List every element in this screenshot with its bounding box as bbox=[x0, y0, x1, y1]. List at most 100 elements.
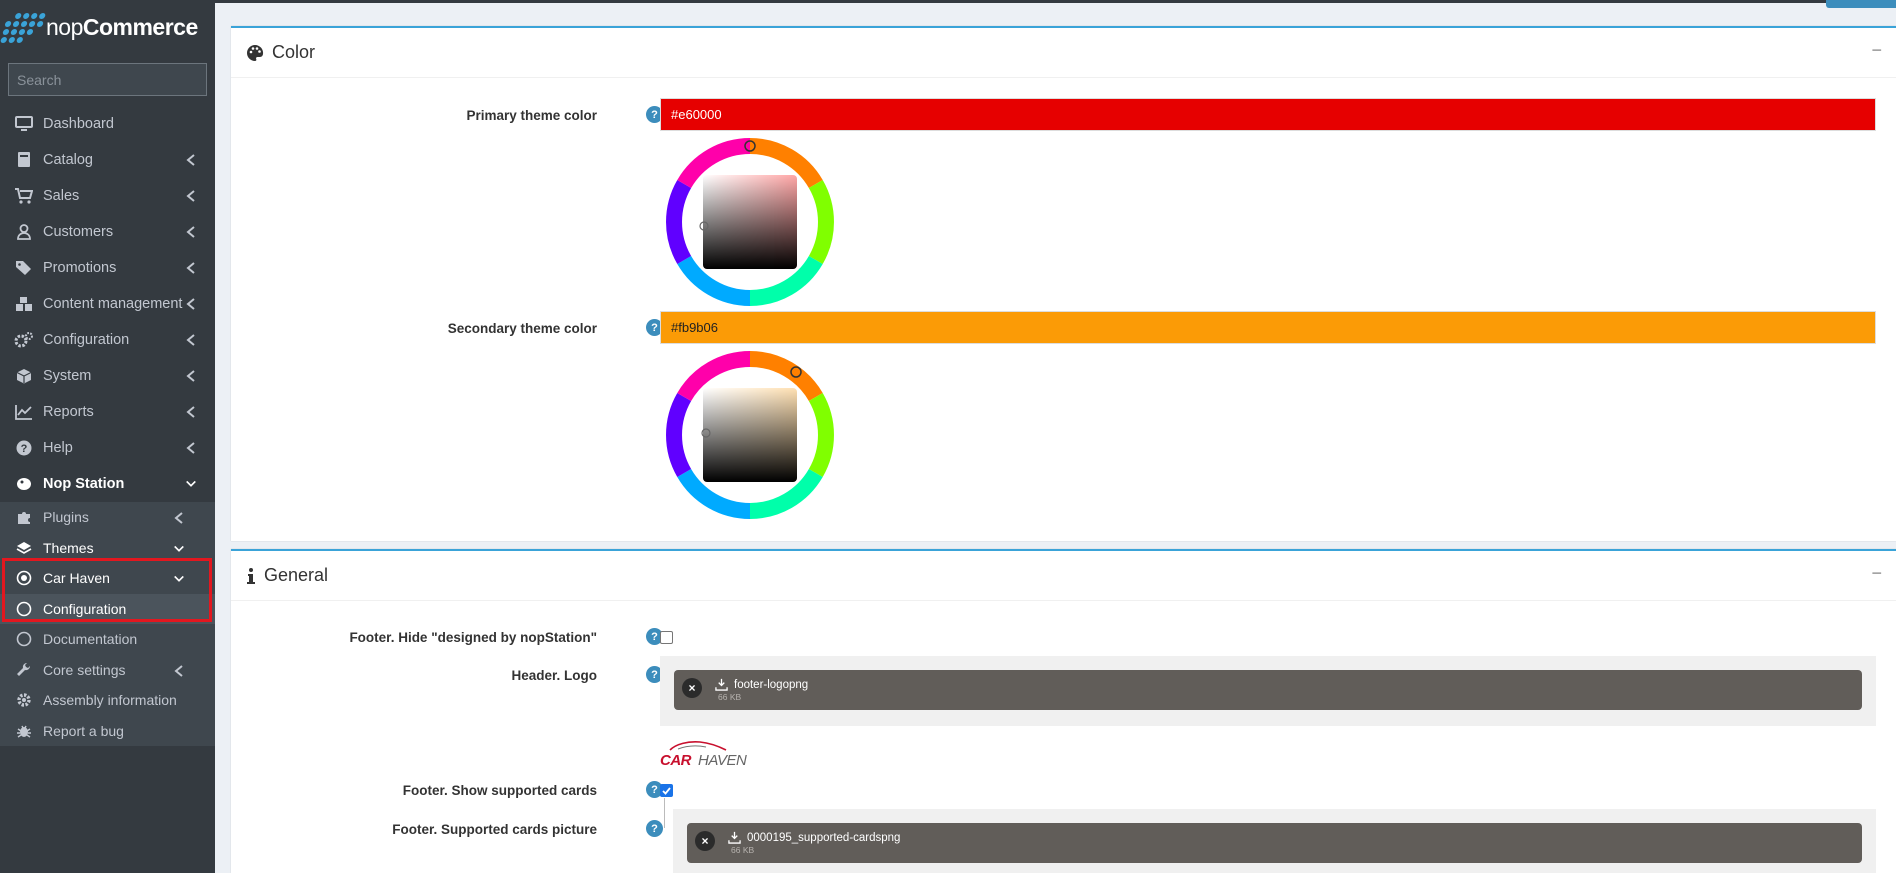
brand-name: nopCommerce bbox=[46, 14, 198, 40]
sidebar-item-label: Configuration bbox=[43, 600, 127, 617]
remove-file-icon[interactable]: × bbox=[682, 678, 702, 698]
sidebar-item-report-a-bug[interactable]: Report a bug bbox=[0, 716, 215, 747]
general-card-header[interactable]: General − bbox=[231, 551, 1896, 601]
footer-hide-checkbox[interactable] bbox=[660, 631, 673, 644]
sidebar-item-label: System bbox=[43, 368, 92, 384]
footer-show-cards-checkbox[interactable] bbox=[660, 784, 673, 797]
sidebar-item-system[interactable]: System bbox=[0, 358, 215, 394]
chevron-left-icon bbox=[186, 226, 195, 238]
car-silhouette-icon bbox=[669, 741, 727, 751]
book-icon bbox=[14, 151, 34, 169]
primary-color-wheel[interactable] bbox=[664, 136, 836, 308]
sidebar-item-label: Content management bbox=[43, 296, 183, 312]
circle-icon bbox=[14, 600, 34, 618]
sidebar-item-label: Reports bbox=[43, 404, 94, 420]
chevron-left-icon bbox=[174, 512, 183, 524]
collapse-icon[interactable]: − bbox=[1871, 563, 1882, 584]
top-bar bbox=[215, 0, 1896, 3]
chevron-down-icon bbox=[174, 545, 184, 552]
sidebar-item-plugins[interactable]: Plugins bbox=[0, 502, 215, 533]
brand-logo[interactable]: nopCommerce bbox=[0, 0, 215, 55]
sidebar-item-sales[interactable]: Sales bbox=[0, 178, 215, 214]
chevron-down-icon bbox=[186, 480, 196, 487]
info-icon bbox=[247, 567, 255, 584]
logo-text-car: CAR bbox=[660, 752, 692, 769]
chevron-down-icon bbox=[174, 575, 184, 582]
nop-station-submenu: Plugins Themes Car Haven Configuration D… bbox=[0, 502, 215, 746]
gears-icon bbox=[14, 331, 34, 349]
footer-show-cards-label: Footer. Show supported cards bbox=[402, 783, 597, 798]
color-card-header[interactable]: Color − bbox=[231, 28, 1896, 78]
palette-icon bbox=[247, 44, 264, 61]
header-logo-file: × footer-logopng 66 KB bbox=[674, 670, 1862, 710]
user-icon bbox=[14, 223, 34, 241]
download-icon[interactable] bbox=[715, 678, 728, 691]
sidebar-item-configuration[interactable]: Configuration bbox=[0, 322, 215, 358]
card-title: Color bbox=[272, 42, 316, 62]
sidebar-search bbox=[8, 63, 207, 96]
sidebar-item-documentation[interactable]: Documentation bbox=[0, 624, 215, 655]
sidebar-item-customers[interactable]: Customers bbox=[0, 214, 215, 250]
help-icon[interactable]: ? bbox=[646, 820, 663, 837]
sidebar-item-label: Sales bbox=[43, 188, 80, 204]
top-save-button[interactable] bbox=[1826, 0, 1896, 8]
sidebar-item-reports[interactable]: Reports bbox=[0, 394, 215, 430]
sidebar-item-help[interactable]: ? Help bbox=[0, 430, 215, 466]
cart-icon bbox=[14, 187, 34, 205]
remove-file-icon[interactable]: × bbox=[695, 831, 715, 851]
dot-circle-icon bbox=[14, 569, 34, 587]
sidebar-item-label: Report a bug bbox=[43, 722, 124, 739]
secondary-color-input[interactable]: #fb9b06 bbox=[660, 311, 1876, 344]
sidebar-item-car-haven-configuration[interactable]: Configuration bbox=[0, 593, 215, 624]
cube-icon bbox=[14, 367, 34, 385]
divider bbox=[664, 798, 665, 828]
footer-hide-label: Footer. Hide "designed by nopStation" bbox=[349, 630, 597, 645]
secondary-color-wheel[interactable] bbox=[664, 349, 836, 521]
sidebar-item-label: Documentation bbox=[43, 631, 138, 648]
puzzle-icon bbox=[14, 508, 34, 526]
main-content: Color − Primary theme color ? #e60000 Se… bbox=[215, 0, 1896, 873]
chevron-left-icon bbox=[186, 154, 195, 166]
wrench-icon bbox=[14, 661, 34, 679]
sidebar-item-promotions[interactable]: Promotions bbox=[0, 250, 215, 286]
file-name[interactable]: 0000195_supported-cardspng bbox=[747, 832, 900, 844]
circle-icon bbox=[14, 630, 34, 648]
sidebar-item-label: Catalog bbox=[43, 152, 93, 168]
chevron-left-icon bbox=[186, 262, 195, 274]
download-icon[interactable] bbox=[728, 831, 741, 844]
secondary-color-label: Secondary theme color bbox=[447, 321, 597, 336]
supported-cards-file: × 0000195_supported-cardspng 66 KB bbox=[687, 823, 1862, 863]
sidebar-item-label: Assembly information bbox=[43, 692, 177, 709]
primary-color-label: Primary theme color bbox=[466, 108, 597, 123]
cubes-icon bbox=[14, 295, 34, 313]
sidebar-item-catalog[interactable]: Catalog bbox=[0, 142, 215, 178]
sidebar-item-nop-station[interactable]: Nop Station bbox=[0, 466, 215, 502]
sidebar-item-assembly-information[interactable]: Assembly information bbox=[0, 685, 215, 716]
file-name[interactable]: footer-logopng bbox=[734, 679, 808, 691]
collapse-icon[interactable]: − bbox=[1871, 40, 1882, 61]
chevron-left-icon bbox=[174, 664, 183, 677]
sidebar-item-label: Promotions bbox=[43, 260, 117, 276]
chevron-left-icon bbox=[186, 190, 195, 202]
sidebar-item-themes[interactable]: Themes bbox=[0, 533, 215, 564]
line-chart-icon bbox=[14, 403, 34, 421]
file-size: 66 KB bbox=[718, 692, 742, 702]
file-size: 66 KB bbox=[731, 845, 755, 855]
sidebar-item-car-haven[interactable]: Car Haven bbox=[0, 563, 215, 594]
sidebar-item-dashboard[interactable]: Dashboard bbox=[0, 106, 215, 142]
check-icon bbox=[662, 787, 671, 795]
search-input[interactable] bbox=[17, 71, 198, 88]
primary-color-input[interactable]: #e60000 bbox=[660, 98, 1876, 131]
sidebar: nopCommerce Dashboard Catalog Sales Cust… bbox=[0, 0, 215, 873]
chevron-left-icon bbox=[186, 442, 195, 454]
question-circle-icon: ? bbox=[14, 439, 34, 457]
general-card: General − Footer. Hide "designed by nopS… bbox=[231, 549, 1896, 873]
nopcommerce-logo-icon bbox=[0, 12, 47, 43]
nopstation-icon bbox=[14, 475, 34, 493]
sidebar-item-content-management[interactable]: Content management bbox=[0, 286, 215, 322]
sidebar-item-label: Dashboard bbox=[43, 116, 114, 132]
svg-text:?: ? bbox=[21, 443, 28, 455]
sidebar-item-core-settings[interactable]: Core settings bbox=[0, 655, 215, 686]
primary-color-value: #e60000 bbox=[671, 107, 722, 122]
sidebar-item-label: Core settings bbox=[43, 661, 126, 678]
